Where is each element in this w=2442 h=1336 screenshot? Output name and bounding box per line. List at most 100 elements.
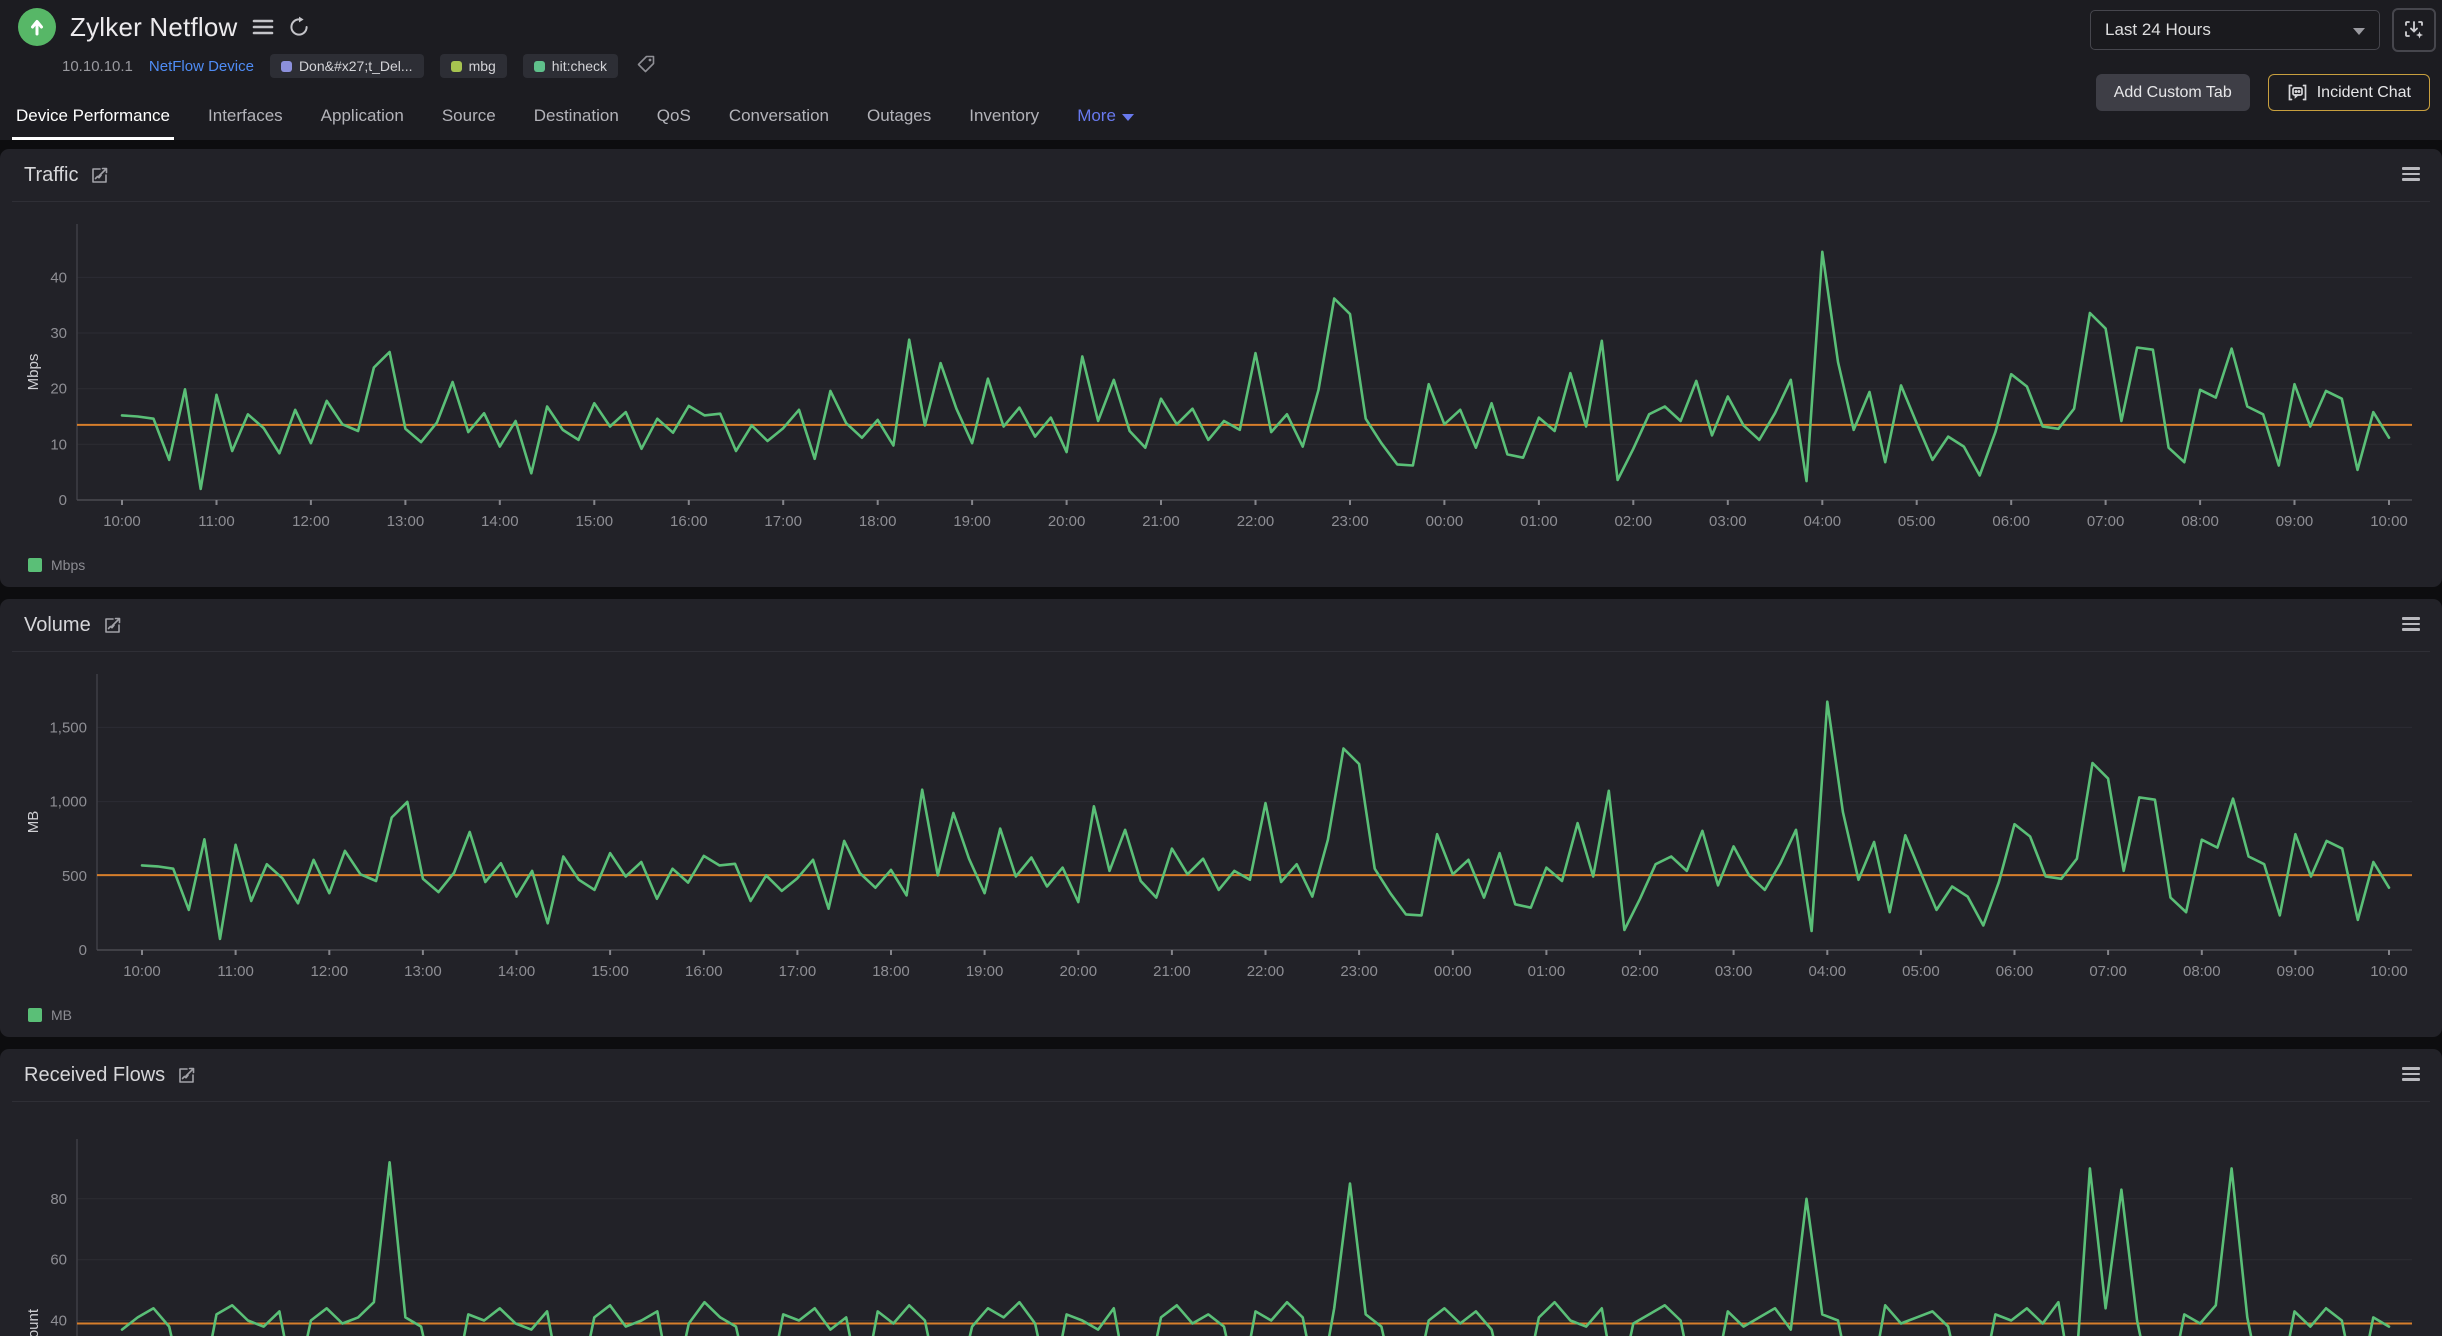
svg-text:01:00: 01:00: [1520, 513, 1558, 530]
tab-interfaces[interactable]: Interfaces: [208, 106, 283, 128]
svg-text:18:00: 18:00: [859, 513, 897, 530]
svg-text:15:00: 15:00: [576, 513, 614, 530]
svg-text:21:00: 21:00: [1142, 513, 1180, 530]
card-title: Received Flows: [24, 1064, 165, 1087]
svg-text:0: 0: [79, 942, 87, 959]
svg-text:14:00: 14:00: [481, 513, 519, 530]
svg-text:20: 20: [50, 381, 67, 398]
svg-text:60: 60: [50, 1252, 67, 1269]
svg-text:40: 40: [50, 269, 67, 286]
tag-chip[interactable]: hit:check: [523, 54, 618, 78]
svg-text:500: 500: [62, 868, 87, 885]
svg-text:19:00: 19:00: [953, 513, 991, 530]
svg-text:04:00: 04:00: [1809, 963, 1847, 980]
svg-text:05:00: 05:00: [1898, 513, 1936, 530]
device-type-link[interactable]: NetFlow Device: [149, 58, 254, 75]
hamburger-menu-icon[interactable]: [252, 18, 274, 36]
tab-application[interactable]: Application: [321, 106, 404, 128]
tab-conversation[interactable]: Conversation: [729, 106, 829, 128]
received-flows-card: Received Flows 2040608010:0011:0012:0013…: [0, 1049, 2442, 1336]
svg-text:22:00: 22:00: [1237, 513, 1275, 530]
svg-text:08:00: 08:00: [2181, 513, 2219, 530]
svg-text:18:00: 18:00: [872, 963, 910, 980]
volume-chart[interactable]: 05001,0001,50010:0011:0012:0013:0014:001…: [24, 664, 2418, 999]
svg-text:14:00: 14:00: [498, 963, 536, 980]
svg-text:12:00: 12:00: [292, 513, 330, 530]
device-ip: 10.10.10.1: [62, 58, 133, 75]
tag-color-dot: [281, 61, 292, 72]
svg-text:20:00: 20:00: [1060, 963, 1098, 980]
incident-chat-label: Incident Chat: [2317, 84, 2411, 102]
card-title: Volume: [24, 614, 91, 637]
title-row: Zylker Netflow: [0, 0, 2442, 46]
svg-text:09:00: 09:00: [2277, 963, 2315, 980]
card-menu-icon[interactable]: [2402, 1067, 2420, 1081]
svg-text:19:00: 19:00: [966, 963, 1004, 980]
tab-device-performance[interactable]: Device Performance: [16, 106, 170, 128]
tab-bar: Device Performance Interfaces Applicatio…: [0, 106, 1134, 140]
svg-text:16:00: 16:00: [670, 513, 708, 530]
svg-text:80: 80: [50, 1191, 67, 1208]
svg-text:40: 40: [50, 1313, 67, 1330]
svg-text:05:00: 05:00: [1902, 963, 1940, 980]
tab-source[interactable]: Source: [442, 106, 496, 128]
time-range-value: Last 24 Hours: [2105, 20, 2211, 40]
tab-destination[interactable]: Destination: [534, 106, 619, 128]
tag-label: hit:check: [552, 58, 607, 74]
svg-text:1,500: 1,500: [49, 719, 87, 736]
expand-chart-icon[interactable]: [90, 166, 109, 185]
tag-color-dot: [451, 61, 462, 72]
legend-swatch: [28, 558, 42, 572]
expand-chart-icon[interactable]: [177, 1066, 196, 1085]
svg-text:23:00: 23:00: [1331, 513, 1369, 530]
svg-text:16:00: 16:00: [685, 963, 723, 980]
chat-bubble-icon: [2287, 82, 2308, 103]
traffic-card: Traffic 01020304010:0011:0012:0013:0014:…: [0, 149, 2442, 587]
divider: [12, 1101, 2430, 1102]
tab-outages[interactable]: Outages: [867, 106, 931, 128]
traffic-chart[interactable]: 01020304010:0011:0012:0013:0014:0015:001…: [24, 214, 2418, 549]
svg-text:04:00: 04:00: [1804, 513, 1842, 530]
legend-label: MB: [51, 1007, 72, 1023]
tag-chip[interactable]: mbg: [440, 54, 507, 78]
svg-text:15:00: 15:00: [591, 963, 629, 980]
svg-text:12:00: 12:00: [311, 963, 349, 980]
svg-text:17:00: 17:00: [764, 513, 802, 530]
svg-text:02:00: 02:00: [1615, 513, 1653, 530]
manage-tags-icon[interactable]: [636, 54, 656, 78]
tab-more[interactable]: More: [1077, 106, 1134, 128]
svg-text:00:00: 00:00: [1426, 513, 1464, 530]
svg-text:07:00: 07:00: [2087, 513, 2125, 530]
volume-legend[interactable]: MB: [28, 1007, 2418, 1023]
svg-text:30: 30: [50, 325, 67, 342]
tab-inventory[interactable]: Inventory: [969, 106, 1039, 128]
chevron-down-icon: [2353, 28, 2365, 35]
tag-chip[interactable]: Don&#x27;t_Del...: [270, 54, 424, 78]
refresh-icon[interactable]: [288, 16, 310, 38]
tag-color-dot: [534, 61, 545, 72]
add-custom-tab-button[interactable]: Add Custom Tab: [2096, 74, 2250, 111]
received-flows-chart[interactable]: 2040608010:0011:0012:0013:0014:0015:0016…: [24, 1114, 2418, 1336]
card-header: Traffic: [24, 149, 2418, 201]
svg-text:1,000: 1,000: [49, 794, 87, 811]
svg-text:10:00: 10:00: [103, 513, 141, 530]
tag-label: Don&#x27;t_Del...: [299, 58, 413, 74]
svg-text:09:00: 09:00: [2276, 513, 2314, 530]
card-menu-icon[interactable]: [2402, 617, 2420, 631]
card-title: Traffic: [24, 164, 78, 187]
card-menu-icon[interactable]: [2402, 167, 2420, 181]
svg-text:21:00: 21:00: [1153, 963, 1191, 980]
svg-text:10:00: 10:00: [2370, 513, 2408, 530]
incident-chat-button[interactable]: Incident Chat: [2268, 74, 2430, 111]
expand-chart-icon[interactable]: [103, 616, 122, 635]
card-header: Volume: [24, 599, 2418, 651]
header-actions: Add Custom Tab Incident Chat: [2096, 74, 2430, 111]
svg-text:06:00: 06:00: [1992, 513, 2030, 530]
svg-text:17:00: 17:00: [779, 963, 817, 980]
tab-qos[interactable]: QoS: [657, 106, 691, 128]
time-range-select[interactable]: Last 24 Hours: [2090, 10, 2380, 50]
traffic-legend[interactable]: Mbps: [28, 557, 2418, 573]
chevron-down-icon: [1122, 114, 1134, 121]
add-to-dashboard-icon[interactable]: [2392, 8, 2436, 52]
svg-text:08:00: 08:00: [2183, 963, 2221, 980]
